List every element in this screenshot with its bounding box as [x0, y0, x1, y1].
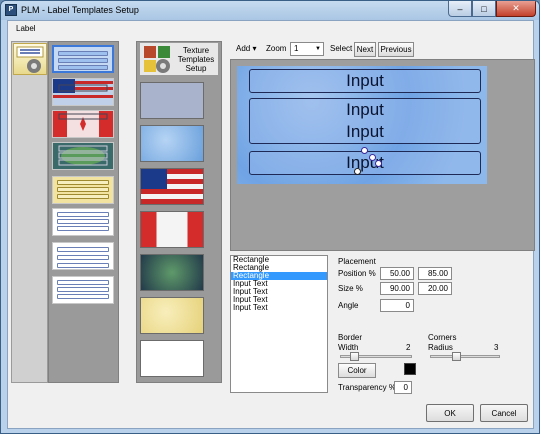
- anchor-handle[interactable]: [354, 168, 361, 175]
- title-bar: P PLM - Label Templates Setup – □ ✕: [1, 1, 539, 20]
- placement-group: Placement Position % 50.00 85.00 Size % …: [336, 255, 456, 327]
- border-width-value: 2: [406, 343, 411, 352]
- texture-earth[interactable]: [140, 254, 204, 291]
- label-templates-list: [48, 41, 119, 383]
- transparency-label: Transparency %: [338, 383, 396, 392]
- template-thumb-4[interactable]: [52, 142, 114, 170]
- cancel-button[interactable]: Cancel: [480, 404, 528, 422]
- us-flag-image: [53, 79, 113, 105]
- position-x-field[interactable]: 50.00: [380, 267, 414, 280]
- border-group: Border Width 2 Color Transparency % 0: [336, 333, 416, 395]
- add-menu[interactable]: Add ▾: [236, 44, 256, 53]
- corner-radius-label: Radius: [428, 343, 453, 352]
- border-title: Border: [338, 333, 363, 342]
- ok-button[interactable]: OK: [426, 404, 474, 422]
- canada-flag-image: [53, 111, 113, 137]
- us-flag-canton: [141, 169, 167, 189]
- texture-setup-button[interactable]: Texture Templates Setup: [139, 42, 219, 76]
- template-thumb-3[interactable]: [52, 110, 114, 138]
- texture-setup-label: Texture Templates Setup: [177, 46, 215, 73]
- template-thumb-8[interactable]: [52, 276, 114, 304]
- add-dropdown-icon: ▾: [252, 44, 257, 53]
- border-color-swatch[interactable]: [404, 363, 416, 375]
- corner-radius-slider[interactable]: [430, 355, 500, 358]
- resize-handle[interactable]: [375, 160, 382, 167]
- next-button[interactable]: Next: [354, 42, 376, 57]
- window: P PLM - Label Templates Setup – □ ✕ Labe…: [0, 0, 540, 434]
- rotate-handle[interactable]: [361, 147, 368, 154]
- template-thumb-7[interactable]: [52, 242, 114, 270]
- zoom-label: Zoom: [266, 44, 287, 53]
- input-box-3[interactable]: Input: [249, 151, 481, 175]
- size-y-field[interactable]: 20.00: [418, 282, 452, 295]
- design-canvas[interactable]: Input Input Input Input: [230, 59, 535, 251]
- angle-label: Angle: [338, 301, 359, 310]
- window-controls: – □ ✕: [448, 1, 536, 18]
- corners-title: Corners: [428, 333, 457, 342]
- angle-field[interactable]: 0: [380, 299, 414, 312]
- border-width-thumb[interactable]: [350, 352, 359, 361]
- input-box-2-line-1: Input: [346, 100, 384, 119]
- close-icon: ✕: [512, 3, 520, 13]
- template-thumb-6[interactable]: [52, 208, 114, 236]
- menu-label[interactable]: Label: [16, 24, 36, 33]
- texture-blue-marble[interactable]: [140, 125, 204, 162]
- corner-radius-thumb[interactable]: [452, 352, 461, 361]
- texture-yellow-marble[interactable]: [140, 297, 204, 334]
- chevron-down-icon: ▼: [315, 46, 321, 52]
- corners-group: Corners Radius 3: [426, 333, 504, 395]
- texture-list: Texture Templates Setup: [136, 41, 222, 383]
- select-label: Select: [330, 44, 353, 53]
- input-box-1[interactable]: Input: [249, 69, 481, 93]
- input-box-2-line-2: Input: [346, 122, 384, 141]
- add-label: Add: [236, 44, 251, 53]
- texture-setup-icon: [144, 46, 170, 73]
- app-icon: P: [5, 4, 17, 16]
- window-title: PLM - Label Templates Setup: [21, 5, 139, 15]
- zoom-value: 1: [294, 44, 299, 53]
- color-button[interactable]: Color: [338, 363, 376, 378]
- element-list[interactable]: Rectangle Rectangle Rectangle Input Text Inp…: [230, 255, 328, 393]
- template-thumb-5[interactable]: [52, 176, 114, 204]
- close-button[interactable]: ✕: [496, 1, 536, 17]
- zoom-select[interactable]: 1 ▼: [290, 42, 324, 56]
- label-preview: Input Input Input Input: [237, 66, 487, 184]
- minimize-button[interactable]: –: [448, 1, 472, 17]
- transparency-field[interactable]: 0: [394, 381, 412, 394]
- texture-canada-flag[interactable]: [140, 211, 204, 248]
- texture-us-flag[interactable]: [140, 168, 204, 205]
- placement-title: Placement: [338, 257, 376, 266]
- position-y-field[interactable]: 85.00: [418, 267, 452, 280]
- earth-image: [53, 143, 113, 169]
- template-setup-strip: [11, 41, 48, 383]
- minimize-icon: –: [457, 3, 463, 14]
- input-box-2[interactable]: Input Input: [249, 98, 481, 144]
- element-list-item[interactable]: Input Text: [231, 304, 327, 312]
- texture-gray-blue[interactable]: [140, 82, 204, 119]
- client-area: Label Texture Templates Setup Add ▾ Zoom…: [7, 20, 535, 429]
- template-thumb-1[interactable]: [52, 45, 114, 73]
- corner-radius-value: 3: [494, 343, 499, 352]
- size-label: Size %: [338, 284, 363, 293]
- position-label: Position %: [338, 269, 376, 278]
- label-setup-button[interactable]: [13, 43, 47, 75]
- maximize-button[interactable]: □: [472, 1, 496, 17]
- previous-button[interactable]: Previous: [378, 42, 414, 57]
- resize-handle[interactable]: [369, 154, 376, 161]
- template-thumb-2[interactable]: [52, 78, 114, 106]
- border-width-label: Width: [338, 343, 359, 352]
- label-setup-gear-icon: [16, 46, 44, 73]
- editor-toolbar: Add ▾ Zoom 1 ▼ Select Next Previous: [230, 41, 535, 59]
- size-x-field[interactable]: 90.00: [380, 282, 414, 295]
- maximize-icon: □: [481, 3, 487, 14]
- texture-white[interactable]: [140, 340, 204, 377]
